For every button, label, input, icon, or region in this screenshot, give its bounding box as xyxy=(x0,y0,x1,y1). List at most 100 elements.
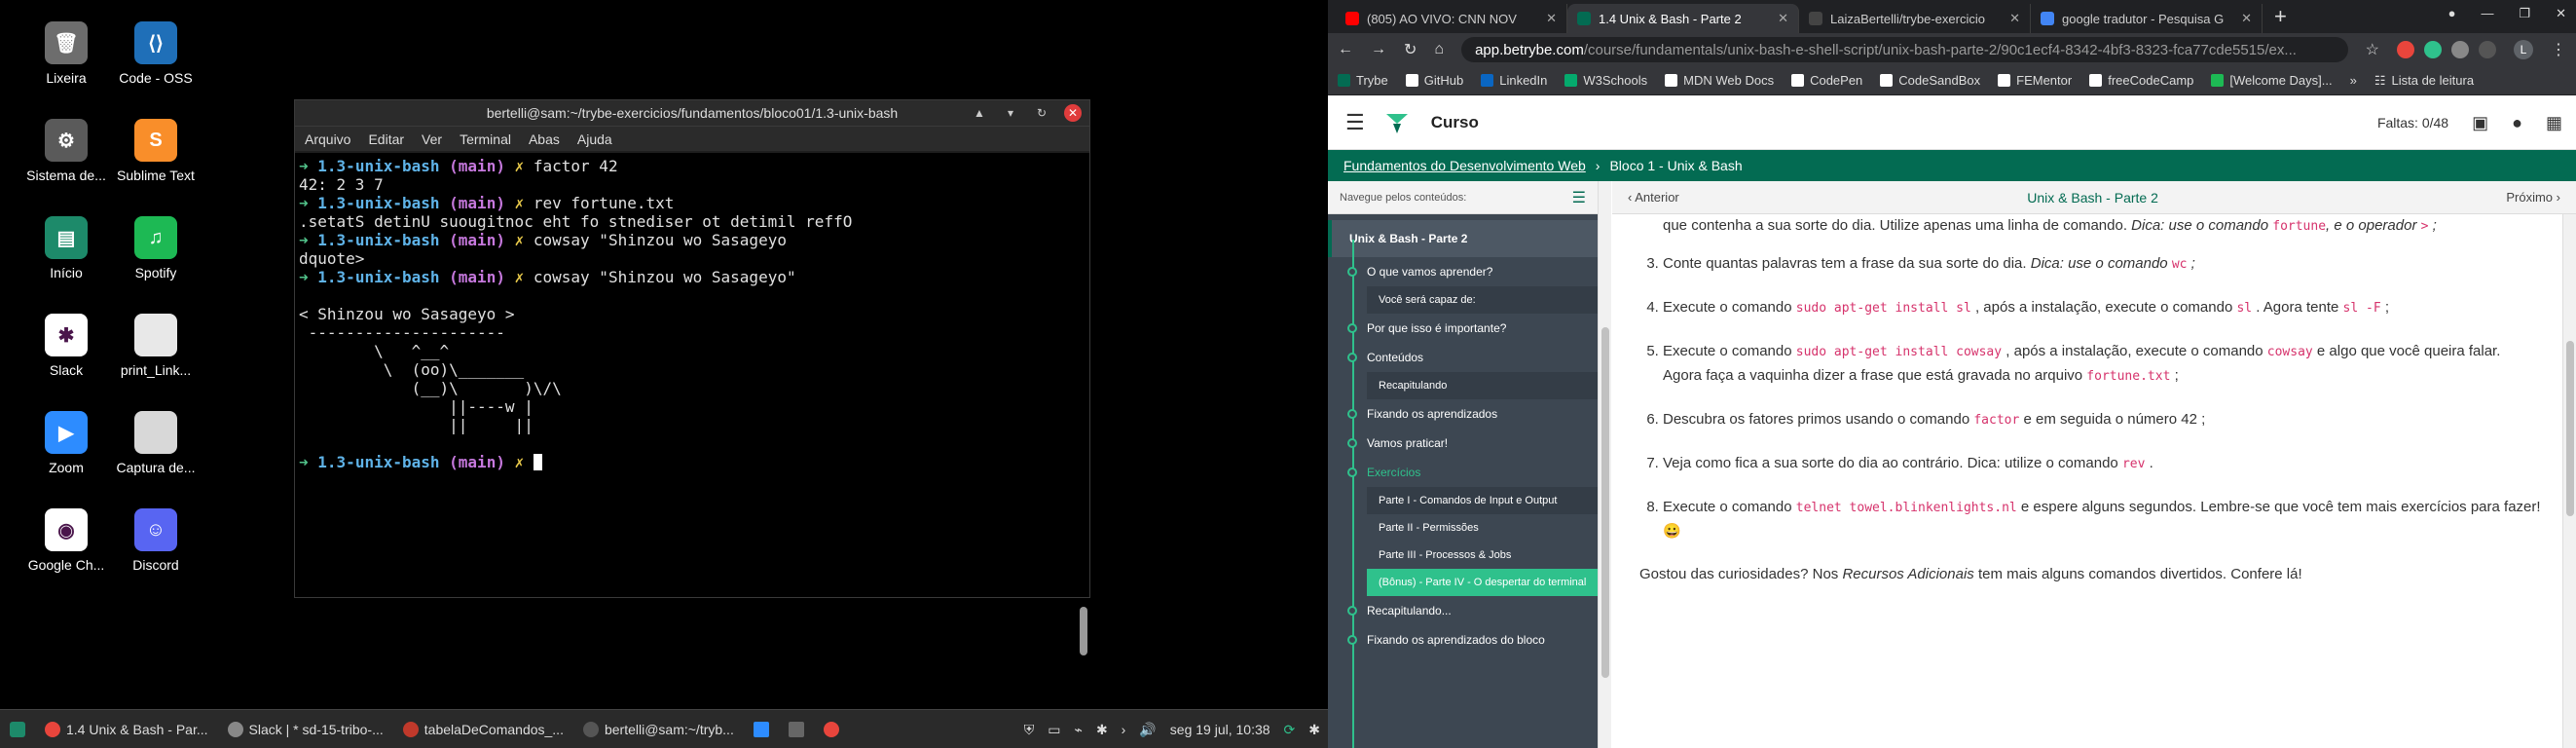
close-icon[interactable]: ✕ xyxy=(1064,104,1082,122)
desktop-icon-print-link[interactable]: print_Link... xyxy=(107,314,204,378)
new-tab-button[interactable]: + xyxy=(2263,4,2299,33)
desktop-icon-discord[interactable]: ☺ Discord xyxy=(107,508,204,573)
shield-icon[interactable]: ⛨ xyxy=(1024,722,1035,738)
sidebar-item[interactable]: (Bônus) - Parte IV - O despertar do term… xyxy=(1367,569,1598,596)
clipboard-icon[interactable]: ▭ xyxy=(1048,722,1060,738)
course-title[interactable]: Curso xyxy=(1431,113,1479,132)
browser-tab[interactable]: LaizaBertelli/trybe-exercicio ✕ xyxy=(1799,4,2031,33)
sidebar-item[interactable]: Fixando os aprendizados xyxy=(1328,399,1598,429)
bookmark-item[interactable]: [Welcome Days]... xyxy=(2211,73,2333,88)
slack-tray-icon[interactable]: ✱ xyxy=(1096,722,1108,738)
star-icon[interactable]: ☆ xyxy=(2366,40,2379,59)
taskbar-task[interactable]: Slack | * sd-15-tribo-... xyxy=(218,710,393,748)
menu-ajuda[interactable]: Ajuda xyxy=(577,131,612,147)
sidebar-item[interactable]: Você será capaz de: xyxy=(1367,286,1598,314)
address-bar[interactable]: app.betrybe.com/course/fundamentals/unix… xyxy=(1461,37,2348,62)
menu-abas[interactable]: Abas xyxy=(529,131,560,147)
extension-icon[interactable] xyxy=(2397,41,2414,58)
minimize-icon[interactable]: ▾ xyxy=(1002,104,1019,122)
sidebar-item[interactable]: Conteúdos xyxy=(1328,343,1598,372)
scroll-thumb[interactable] xyxy=(2566,341,2574,516)
desktop-icon-zoom[interactable]: ▶ Zoom xyxy=(18,411,115,475)
extension-icon[interactable] xyxy=(2424,41,2442,58)
sidebar-item[interactable]: Parte II - Permissões xyxy=(1367,514,1598,542)
close-tab-icon[interactable]: ✕ xyxy=(1778,11,1788,26)
sidebar-item[interactable]: Parte III - Processos & Jobs xyxy=(1367,542,1598,569)
home-icon[interactable]: ⌂ xyxy=(1434,41,1444,58)
trybe-logo-icon[interactable] xyxy=(1384,110,1410,135)
terminal-window[interactable]: bertelli@sam:~/trybe-exercicios/fundamen… xyxy=(294,99,1090,655)
taskbar-pinned-chrome[interactable] xyxy=(814,710,849,748)
desktop-icon-sistema-de[interactable]: ⚙ Sistema de... xyxy=(18,119,115,183)
minimize-icon[interactable]: — xyxy=(2481,6,2493,21)
desktop-icon-lixeira[interactable]: 🗑 Lixeira xyxy=(18,21,115,86)
menu-terminal[interactable]: Terminal xyxy=(460,131,511,147)
bookmark-item[interactable]: W3Schools xyxy=(1564,73,1647,88)
desktop-icon-sublime-text[interactable]: S Sublime Text xyxy=(107,119,204,183)
bookmark-item[interactable]: CodeSandBox xyxy=(1880,73,1980,88)
previous-button[interactable]: ‹ Anterior xyxy=(1628,190,1679,205)
desktop-icon-code-oss[interactable]: ⟨⟩ Code - OSS xyxy=(107,21,204,86)
chevron-right-icon[interactable]: › xyxy=(1122,722,1126,737)
taskbar-pinned-terminal[interactable] xyxy=(779,710,814,748)
start-menu-button[interactable] xyxy=(0,710,35,748)
bookmark-item[interactable]: GitHub xyxy=(1405,73,1463,88)
slack-app-icon[interactable]: ✱ xyxy=(1308,722,1320,738)
bookmark-item[interactable]: FEMentor xyxy=(1998,73,2072,88)
menu-ver[interactable]: Ver xyxy=(422,131,442,147)
bookmark-item[interactable]: freeCodeCamp xyxy=(2089,73,2193,88)
menu-dots-icon[interactable]: ⋮ xyxy=(2551,40,2566,59)
sidebar-item[interactable]: Exercícios xyxy=(1328,458,1598,487)
desktop-icon-captura-de[interactable]: Captura de... xyxy=(107,411,204,475)
desktop-icon-in-cio[interactable]: ▤ Início xyxy=(18,216,115,280)
user-icon[interactable]: ● xyxy=(2512,113,2522,133)
sidebar-item[interactable]: Vamos praticar! xyxy=(1328,429,1598,458)
sidebar-section-current[interactable]: Unix & Bash - Parte 2 xyxy=(1328,220,1598,257)
apps-grid-icon[interactable]: ▦ xyxy=(2546,113,2562,133)
scroll-thumb[interactable] xyxy=(1601,327,1609,678)
next-button[interactable]: Próximo › xyxy=(2506,190,2560,205)
restore-icon[interactable]: ❐ xyxy=(2519,6,2530,21)
taskbar-task[interactable]: tabelaDeComandos_... xyxy=(393,710,573,748)
close-tab-icon[interactable]: ✕ xyxy=(1546,11,1557,26)
browser-tab[interactable]: (805) AO VIVO: CNN NOV ✕ xyxy=(1336,4,1567,33)
desktop-icon-google-ch[interactable]: ◉ Google Ch... xyxy=(18,508,115,573)
sidebar-scrollbar[interactable] xyxy=(1598,181,1611,748)
menu-editar[interactable]: Editar xyxy=(368,131,404,147)
bookmark-item[interactable]: MDN Web Docs xyxy=(1665,73,1774,88)
reload-icon[interactable]: ↻ xyxy=(1404,40,1417,59)
sidebar-item[interactable]: O que vamos aprender? xyxy=(1328,257,1598,286)
sidebar-item[interactable]: Fixando os aprendizados do bloco xyxy=(1328,625,1598,654)
collapse-sidebar-icon[interactable]: ☰ xyxy=(1572,188,1586,207)
bookmark-item[interactable]: Trybe xyxy=(1338,73,1388,88)
content-scrollbar[interactable] xyxy=(2562,214,2576,748)
terminal-titlebar[interactable]: bertelli@sam:~/trybe-exercicios/fundamen… xyxy=(295,100,1089,126)
forward-icon[interactable]: → xyxy=(1371,41,1386,58)
bookmark-item[interactable]: LinkedIn xyxy=(1481,73,1547,88)
close-tab-icon[interactable]: ✕ xyxy=(2241,11,2252,26)
close-tab-icon[interactable]: ✕ xyxy=(2009,11,2020,26)
puzzle-icon[interactable] xyxy=(2451,41,2469,58)
sidebar-item[interactable]: Por que isso é importante? xyxy=(1328,314,1598,343)
profile-avatar[interactable]: L xyxy=(2514,40,2533,59)
pin-icon[interactable]: ▲ xyxy=(971,104,988,122)
terminal-scrollbar[interactable] xyxy=(1080,607,1087,655)
back-icon[interactable]: ← xyxy=(1338,41,1353,58)
attach-icon[interactable]: ⌁ xyxy=(1075,722,1083,738)
taskbar-task[interactable]: bertelli@sam:~/tryb... xyxy=(573,710,744,748)
desktop-icon-slack[interactable]: ✱ Slack xyxy=(18,314,115,378)
taskbar-pinned-files[interactable] xyxy=(744,710,779,748)
maximize-icon[interactable]: ↻ xyxy=(1033,104,1050,122)
menu-arquivo[interactable]: Arquivo xyxy=(305,131,350,147)
hamburger-icon[interactable]: ☰ xyxy=(1345,110,1365,135)
record-icon[interactable]: ● xyxy=(2448,6,2456,21)
more-bookmarks-button[interactable]: » xyxy=(2350,73,2357,88)
terminal-output[interactable]: ➜ 1.3-unix-bash (main) ✗ factor 42 42: 2 … xyxy=(295,153,1089,597)
sidebar-item[interactable]: Recapitulando xyxy=(1367,372,1598,399)
sidebar-item[interactable]: Parte I - Comandos de Input e Output xyxy=(1367,487,1598,514)
close-icon[interactable]: ✕ xyxy=(2556,6,2566,21)
taskbar-task[interactable]: 1.4 Unix & Bash - Par... xyxy=(35,710,218,748)
browser-tab[interactable]: google tradutor - Pesquisa G ✕ xyxy=(2031,4,2263,33)
bookmark-item[interactable]: CodePen xyxy=(1791,73,1862,88)
update-icon[interactable]: ⟳ xyxy=(1284,722,1296,738)
